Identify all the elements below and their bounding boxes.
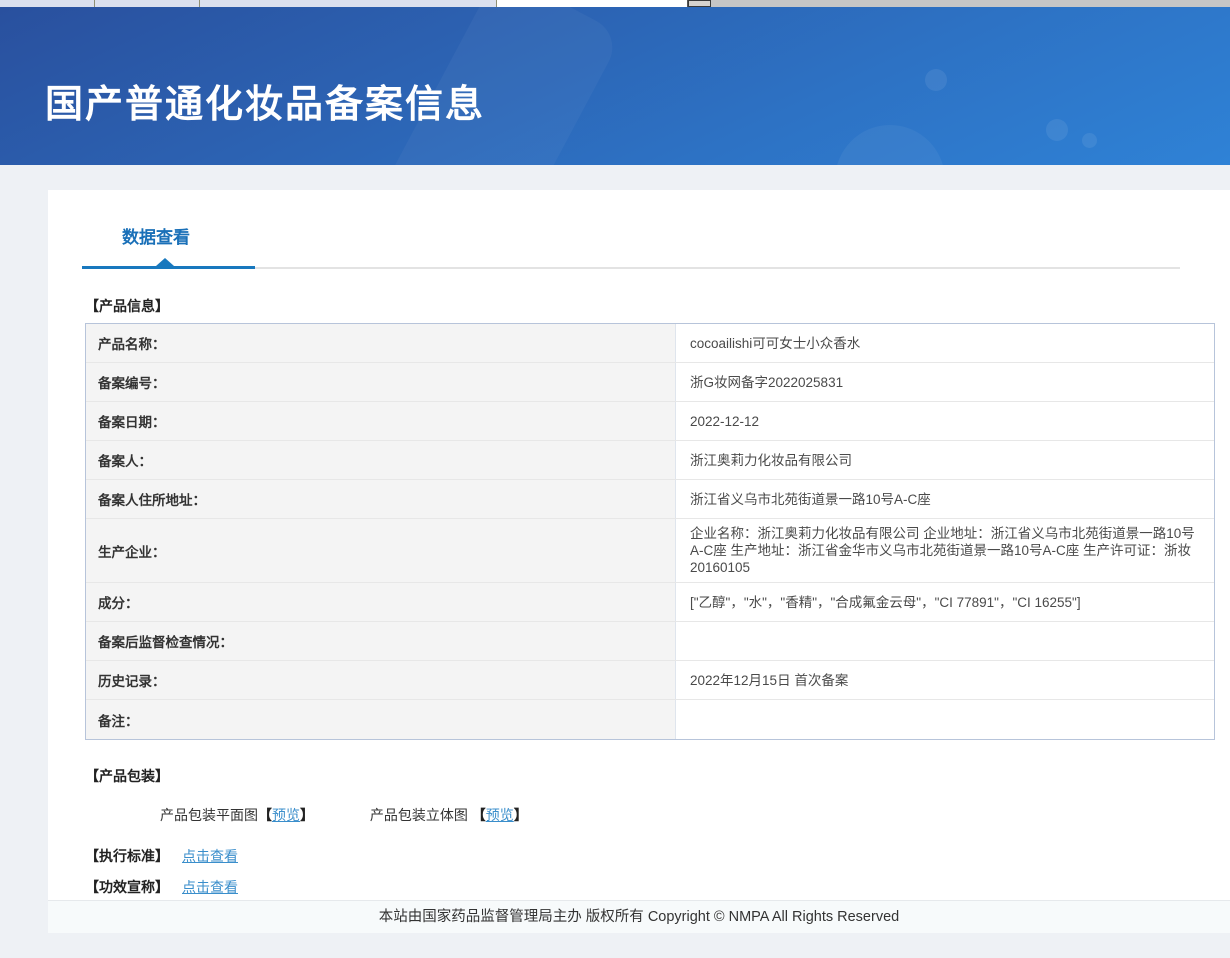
row-value — [676, 700, 1214, 739]
packaging-flat-item: 产品包装平面图【预览】 — [160, 805, 314, 825]
packaging-items: 产品包装平面图【预览】 产品包装立体图 【预览】 — [160, 805, 1230, 825]
table-row: 备案编号： 浙G妆网备字2022025831 — [86, 363, 1214, 402]
table-row: 生产企业： 企业名称：浙江奥莉力化妆品有限公司 企业地址：浙江省义乌市北苑街道景… — [86, 519, 1214, 583]
decorative-circle — [1082, 133, 1097, 148]
browser-tab-sliver — [95, 0, 200, 7]
section-product-info: 【产品信息】 — [85, 298, 169, 314]
browser-tab-sliver — [200, 0, 497, 7]
tab-bar: 数据查看 — [48, 190, 1230, 269]
section-standard: 【执行标准】 — [85, 848, 169, 864]
standard-row: 【执行标准】 点击查看 — [85, 846, 1230, 866]
table-row: 备案后监督检查情况： — [86, 622, 1214, 661]
bracket-close: 】 — [513, 807, 528, 823]
row-value: 浙江奥莉力化妆品有限公司 — [690, 452, 852, 468]
tab-caret-icon — [156, 258, 174, 266]
table-row: 备注： — [86, 700, 1214, 739]
efficacy-row: 【功效宣称】 点击查看 — [85, 877, 1230, 897]
table-row: 备案人住所地址： 浙江省义乌市北苑街道景一路10号A-C座 — [86, 480, 1214, 519]
row-value: cocoailishi可可女士小众香水 — [690, 335, 861, 351]
standard-view-link[interactable]: 点击查看 — [182, 846, 238, 866]
page-banner: 国产普通化妆品备案信息 — [0, 7, 1230, 165]
browser-button-sliver — [688, 0, 711, 7]
row-label: 备案日期： — [86, 402, 676, 440]
browser-addressbar-sliver — [497, 0, 688, 7]
row-value: ["乙醇"，"水"，"香精"，"合成氟金云母"，"CI 77891"，"CI 1… — [690, 594, 1081, 610]
tab-underline — [82, 258, 1180, 269]
table-row: 备案人： 浙江奥莉力化妆品有限公司 — [86, 441, 1214, 480]
decorative-circle — [925, 69, 947, 91]
decorative-circle — [835, 125, 945, 165]
row-value: 2022年12月15日 首次备案 — [690, 672, 849, 688]
bracket-close: 】 — [300, 807, 314, 823]
row-label: 成分： — [86, 583, 676, 621]
table-row: 成分： ["乙醇"，"水"，"香精"，"合成氟金云母"，"CI 77891"，"… — [86, 583, 1214, 622]
tab-data-view[interactable]: 数据查看 — [122, 223, 190, 248]
table-row: 备案日期： 2022-12-12 — [86, 402, 1214, 441]
row-value — [676, 622, 1214, 660]
row-value: 浙G妆网备字2022025831 — [690, 374, 844, 390]
row-label: 备案编号： — [86, 363, 676, 401]
section-packaging: 【产品包装】 — [85, 768, 169, 784]
preview-stereo-link[interactable]: 预览 — [486, 807, 514, 823]
page-title: 国产普通化妆品备案信息 — [45, 84, 486, 126]
row-label: 备案人住所地址： — [86, 480, 676, 518]
row-label: 备注： — [86, 700, 676, 739]
browser-chrome-sliver — [0, 0, 1230, 7]
row-value: 2022-12-12 — [690, 413, 760, 429]
packaging-stereo-item: 产品包装立体图 【预览】 — [370, 805, 528, 825]
browser-chrome-rest — [711, 0, 1230, 7]
decorative-circle — [1046, 119, 1068, 141]
row-label: 历史记录： — [86, 661, 676, 699]
packaging-flat-label: 产品包装平面图 — [160, 807, 258, 823]
row-label: 生产企业： — [86, 519, 676, 582]
row-value: 企业名称：浙江奥莉力化妆品有限公司 企业地址：浙江省义乌市北苑街道景一路10号A… — [690, 526, 1195, 575]
bracket-open: 【 — [258, 807, 272, 823]
packaging-stereo-label: 产品包装立体图 — [369, 807, 472, 823]
content-card: 数据查看 【产品信息】 产品名称： cocoailishi可可女士小众香水 备案… — [48, 190, 1230, 933]
efficacy-view-link[interactable]: 点击查看 — [182, 877, 238, 897]
row-label: 产品名称： — [86, 324, 676, 362]
tab-active-indicator — [82, 258, 255, 269]
browser-tab-sliver — [0, 0, 95, 7]
table-row: 产品名称： cocoailishi可可女士小众香水 — [86, 324, 1214, 363]
table-row: 历史记录： 2022年12月15日 首次备案 — [86, 661, 1214, 700]
footer-copyright: 本站由国家药品监督管理局主办 版权所有 Copyright © NMPA All… — [48, 900, 1230, 933]
preview-flat-link[interactable]: 预览 — [272, 807, 300, 823]
product-info-table: 产品名称： cocoailishi可可女士小众香水 备案编号： 浙G妆网备字20… — [85, 323, 1215, 740]
row-label: 备案人： — [86, 441, 676, 479]
row-label: 备案后监督检查情况： — [86, 622, 676, 660]
section-efficacy: 【功效宣称】 — [85, 879, 169, 895]
bracket-open: 【 — [471, 807, 486, 823]
row-value: 浙江省义乌市北苑街道景一路10号A-C座 — [690, 491, 931, 507]
